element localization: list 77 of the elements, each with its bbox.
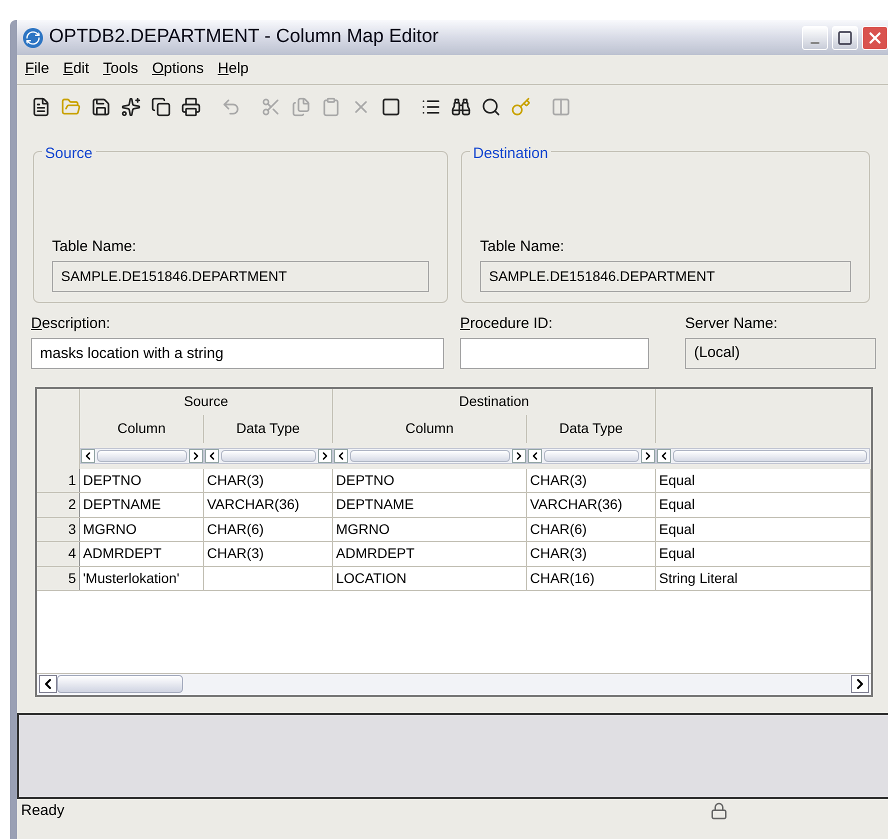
scroll-left-icon[interactable]	[39, 675, 57, 693]
column-scrollbar[interactable]	[204, 448, 333, 464]
column-group-header: Destination	[333, 388, 656, 414]
scroll-left-icon[interactable]	[205, 448, 219, 462]
row-number[interactable]: 3	[37, 518, 80, 541]
table-cell-text: DEPTNO	[336, 470, 394, 490]
table-cell-text: VARCHAR(36)	[207, 495, 300, 514]
column-scrollbar[interactable]	[527, 448, 656, 464]
table-cell-text: CHAR(3)	[207, 544, 264, 564]
table-cell-text: Equal	[659, 544, 695, 564]
column-scrollbar[interactable]	[80, 448, 204, 464]
column-header[interactable]: Data Type	[204, 414, 333, 442]
table-cell-text: VARCHAR(36)	[530, 495, 622, 514]
scroll-right-icon[interactable]	[641, 448, 655, 462]
column-scrollbar[interactable]	[333, 448, 527, 464]
lock-icon	[710, 802, 728, 820]
table-cell-text: ADMRDEPT	[83, 544, 162, 564]
scroll-left-icon[interactable]	[81, 448, 95, 462]
printer-icon[interactable]	[179, 95, 203, 119]
status-text: Ready	[21, 800, 64, 821]
menu-item[interactable]: Help	[218, 58, 249, 81]
maximize-icon	[837, 30, 853, 46]
table-cell-text: CHAR(16)	[530, 568, 595, 588]
scroll-left-icon[interactable]	[334, 448, 348, 462]
server-name-field: (Local)	[685, 338, 876, 368]
menu-item[interactable]: Options	[152, 58, 204, 81]
table-cell-text: Equal	[659, 520, 695, 539]
table-name-label: Table Name:	[480, 237, 566, 257]
column-header[interactable]: Data Type	[527, 414, 656, 442]
scroll-right-icon[interactable]	[189, 448, 203, 462]
table-cell-text: CHAR(3)	[530, 470, 587, 490]
table-cell-text: Equal	[659, 470, 695, 490]
scroll-right-icon[interactable]	[512, 448, 526, 462]
table-cell-text: MGRNO	[336, 520, 390, 539]
close-button[interactable]	[862, 26, 888, 50]
table-cell-text: CHAR(3)	[530, 544, 587, 564]
menu-item[interactable]: File	[25, 58, 50, 81]
table-cell-text: CHAR(3)	[207, 470, 264, 490]
table-cell-text: MGRNO	[83, 520, 137, 539]
table-cell-text: String Literal	[659, 568, 738, 588]
table-cell-text: CHAR(6)	[530, 520, 587, 539]
table-cell-text: ADMRDEPT	[336, 544, 415, 564]
table-name-field: SAMPLE.DE151846.DEPARTMENT	[480, 260, 851, 292]
description-label: Description:	[31, 314, 112, 334]
table-cell-text: DEPTNAME	[83, 495, 161, 514]
scroll-right-icon[interactable]	[318, 448, 332, 462]
table-name-label: Table Name:	[52, 237, 138, 257]
app-icon	[23, 28, 43, 48]
sparkle-icon[interactable]	[119, 95, 143, 119]
horizontal-scrollbar[interactable]	[37, 672, 871, 694]
procedure-id-label: Procedure ID:	[460, 314, 554, 334]
table-name-field: SAMPLE.DE151846.DEPARTMENT	[52, 260, 429, 292]
row-number[interactable]: 1	[37, 468, 80, 492]
row-number[interactable]: 2	[37, 493, 80, 516]
column-header[interactable]: Column	[333, 414, 527, 442]
table-cell-text: LOCATION	[336, 568, 407, 588]
description-field[interactable]: masks location with a string	[31, 338, 444, 368]
row-number[interactable]: 5	[37, 566, 80, 590]
maximize-button[interactable]	[832, 26, 858, 50]
menu-item[interactable]: Edit	[63, 58, 90, 81]
table-cell-text: CHAR(6)	[207, 520, 264, 539]
scroll-left-icon[interactable]	[657, 448, 671, 462]
column-group-header: Source	[80, 388, 333, 414]
column-header[interactable]: Column	[80, 414, 204, 442]
procedure-id-field[interactable]	[460, 338, 649, 368]
column-scrollbar[interactable]	[656, 448, 870, 464]
copy-icon[interactable]	[149, 95, 173, 119]
menu-item[interactable]: Tools	[103, 58, 138, 81]
window-title: OPTDB2.DEPARTMENT - Column Map Editor	[49, 25, 439, 50]
scroll-right-icon[interactable]	[851, 675, 869, 693]
server-name-label: Server Name:	[685, 314, 779, 334]
table-cell-text: DEPTNO	[83, 470, 142, 490]
scroll-left-icon[interactable]	[528, 448, 542, 462]
table-cell-text: DEPTNAME	[336, 495, 414, 514]
table-cell-text: 'Musterlokation'	[83, 568, 180, 588]
row-number[interactable]: 4	[37, 542, 80, 566]
table-cell-text: Equal	[659, 495, 695, 514]
